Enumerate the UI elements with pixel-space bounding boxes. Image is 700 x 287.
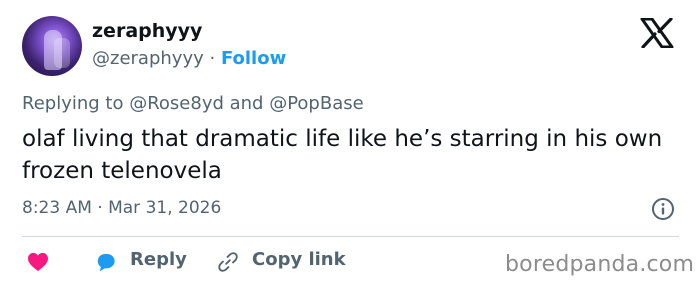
x-logo-icon[interactable]: [640, 18, 674, 48]
handle-separator: ·: [209, 48, 216, 69]
actions-divider: [22, 236, 679, 237]
reply-button[interactable]: Reply: [130, 249, 187, 270]
link-icon[interactable]: [217, 251, 239, 273]
tweet-text: olaf living that dramatic life like he’s…: [22, 126, 663, 184]
avatar-figure-highlight: [54, 38, 70, 68]
tweet-card: zeraphyyy @zeraphyyy · Follow Replying t…: [0, 0, 700, 287]
reply-bubble-icon[interactable]: [95, 252, 117, 272]
author-handle[interactable]: @zeraphyyy: [92, 48, 204, 69]
author-handle-line: @zeraphyyy · Follow: [92, 48, 286, 69]
avatar[interactable]: [22, 16, 82, 76]
follow-button[interactable]: Follow: [221, 48, 286, 69]
info-icon[interactable]: [651, 197, 675, 221]
author-display-name[interactable]: zeraphyyy: [92, 20, 202, 42]
watermark: boredpanda.com: [505, 252, 695, 277]
copy-link-button[interactable]: Copy link: [252, 249, 346, 270]
reply-context: Replying to @Rose8yd and @PopBase: [22, 93, 364, 114]
heart-icon[interactable]: [27, 252, 49, 272]
tweet-timestamp[interactable]: 8:23 AM · Mar 31, 2026: [22, 198, 221, 218]
